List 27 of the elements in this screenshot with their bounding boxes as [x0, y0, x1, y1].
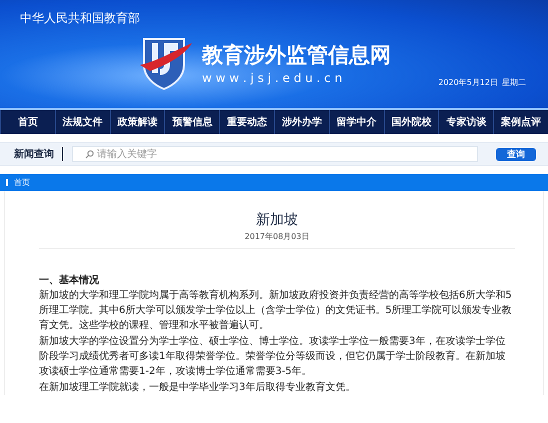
article-paragraph: 在新加坡理工学院就读，一般是中学毕业学习3年后取得专业教育文凭。 [39, 380, 356, 395]
nav-link[interactable]: 首页 [0, 110, 55, 134]
article-title: 新加坡 [255, 211, 299, 229]
nav-link[interactable]: 重要动态 [219, 110, 274, 134]
nav-link[interactable]: 法规文件 [54, 110, 110, 134]
nav-link[interactable]: 国外院校 [384, 110, 438, 134]
search-button[interactable]: 查询 [496, 148, 536, 160]
nav-link[interactable]: 留学中介 [328, 110, 384, 134]
nav-link[interactable]: 预警信息 [164, 110, 220, 134]
nav-link[interactable]: 涉外办学 [274, 110, 329, 134]
article-date: 2017年08月03日 [244, 231, 310, 242]
article-paragraph: 新加坡大学的学位设置分为学士学位、硕士学位、博士学位。攻读学士学位一般需要3年，在攻读学士学位阶段学习成绩优秀者可多读1年取得荣誉学位。荣誉学位分等级而设，但它仍属于学士阶段教育。在新加坡攻读硕士学位通常需要1-2年，攻读博士学位通常需要3-5年。 [39, 334, 506, 379]
ministry-name: 中华人民共和国教育部 [20, 11, 140, 25]
weekday: 星期二 [502, 77, 526, 88]
site-title: 教育涉外监管信息网 [202, 42, 391, 67]
nav-link[interactable]: 政策解读 [110, 110, 164, 134]
breadcrumb-marker-icon [6, 179, 8, 186]
search-label: 新闻查询 [14, 147, 63, 161]
search-field[interactable]: 请输入关键字 [72, 146, 478, 162]
shield-logo-icon [138, 35, 194, 91]
site-url: w w w . j s j . e d u . c n [202, 71, 342, 85]
section-heading: 一、基本情况 [39, 274, 100, 287]
current-date: 2020年5月12日 [438, 77, 498, 88]
breadcrumb-link[interactable]: 首页 [14, 177, 30, 188]
article-paragraph: 新加坡的大学和理工学院均属于高等教育机构系列。新加坡政府投资并负责经营的高等学校包括6所大学和5所理工学院。其中6所大学可以颁发学士学位以上（含学士学位）的文凭证书。5所理工学院可以颁发专业教育文凭。这些学校的课程、管理和水平被普遍认可。 [39, 288, 513, 333]
nav-link[interactable]: 专家访谈 [438, 110, 494, 134]
nav-link[interactable]: 案例点评 [493, 110, 548, 134]
